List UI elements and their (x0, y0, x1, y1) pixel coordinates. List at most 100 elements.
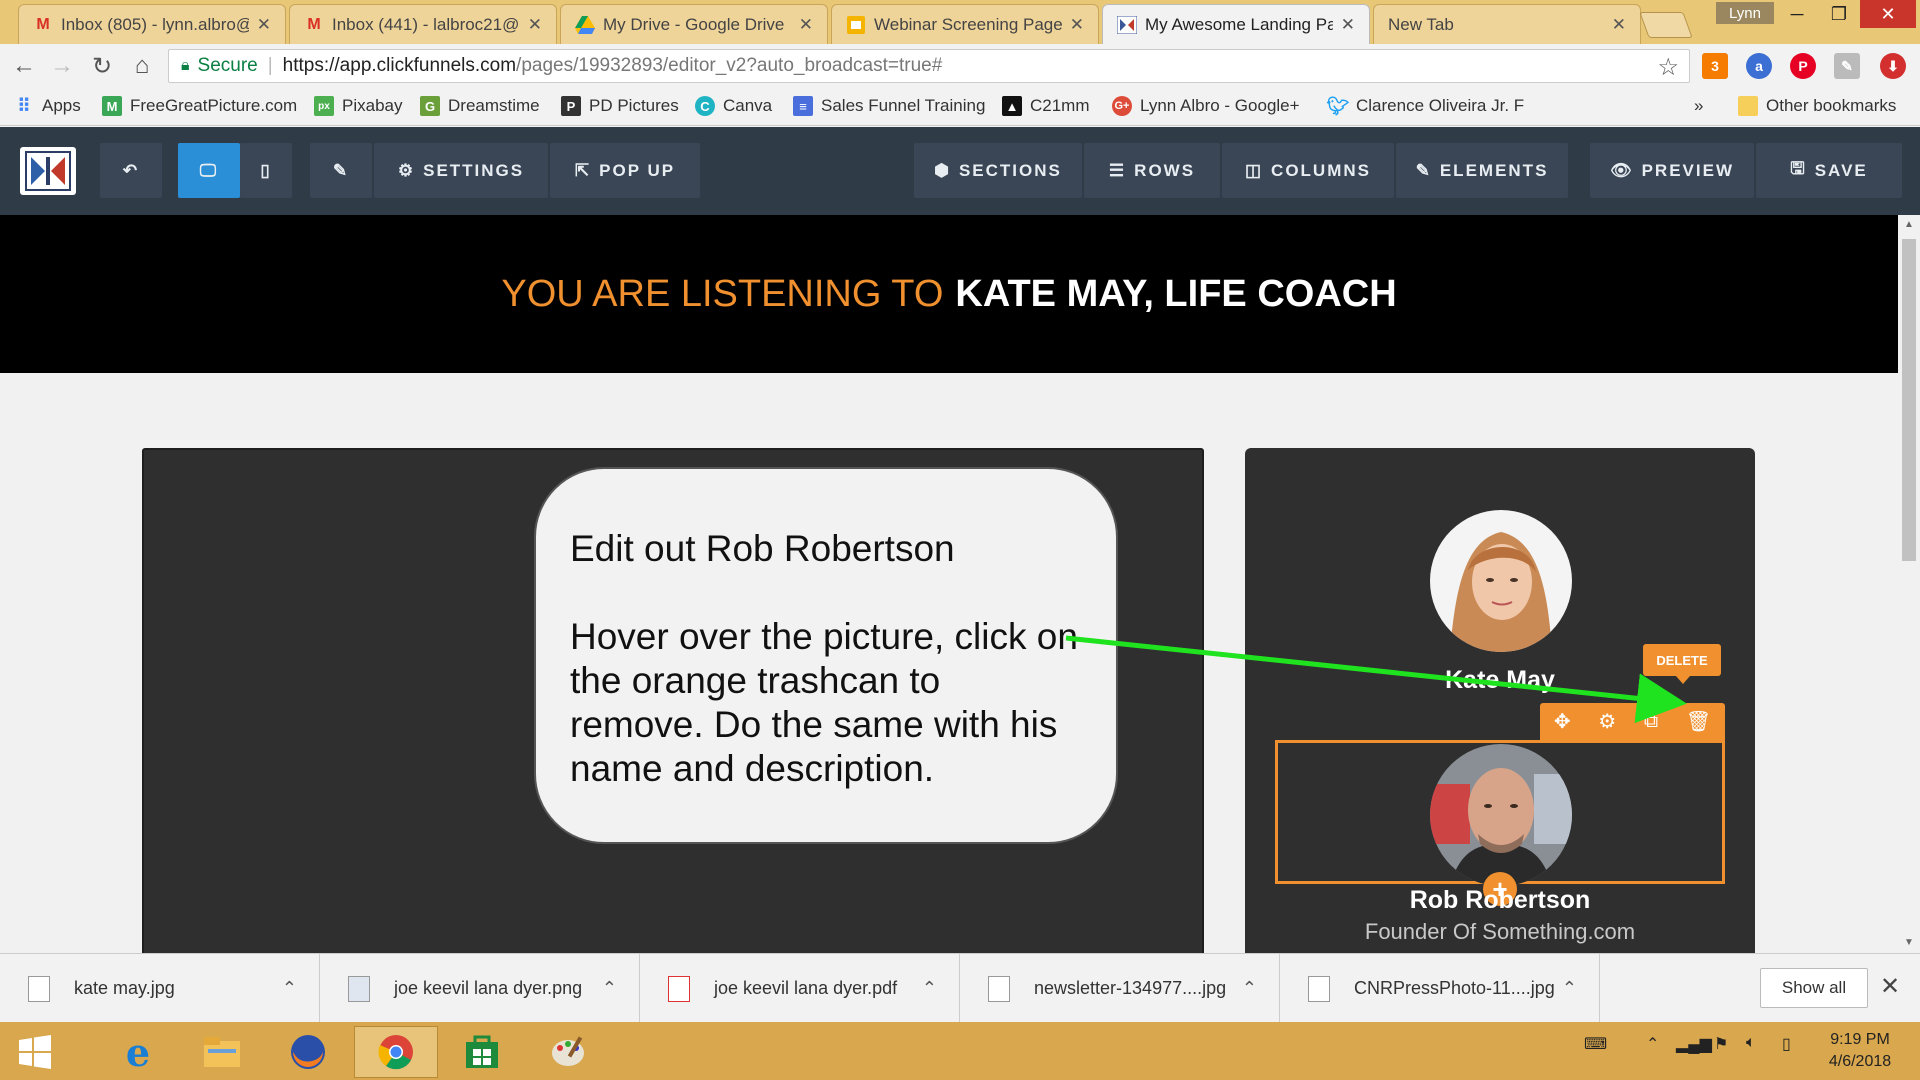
design-tool-button[interactable]: ✎ (310, 143, 372, 198)
windows-store-icon[interactable] (440, 1026, 524, 1078)
window-close-icon[interactable]: ✕ (1860, 0, 1916, 28)
download-item[interactable]: CNRPressPhoto-11....jpg ⌃ (1280, 954, 1600, 1023)
minimize-icon[interactable]: ─ (1776, 0, 1818, 28)
download-filename: CNRPressPhoto-11....jpg (1354, 978, 1555, 998)
clickfunnels-logo[interactable] (20, 147, 76, 195)
scroll-down-arrow-icon[interactable]: ▼ (1902, 937, 1916, 948)
new-tab-button[interactable] (1639, 12, 1693, 38)
download-item[interactable]: newsletter-134977....jpg ⌃ (960, 954, 1280, 1023)
chevron-up-icon[interactable]: ⌃ (1242, 978, 1257, 999)
download-item[interactable]: kate may.jpg ⌃ (0, 954, 320, 1023)
firefox-icon[interactable] (266, 1026, 350, 1078)
desktop-view-button[interactable]: 🖵︎ (178, 143, 240, 198)
scroll-up-arrow-icon[interactable]: ▲ (1902, 219, 1916, 230)
download-shelf: kate may.jpg ⌃ joe keevil lana dyer.png … (0, 953, 1920, 1023)
chevron-up-icon[interactable]: ⌃ (922, 978, 937, 999)
bookmark-sales-funnel-training[interactable]: ≡ Sales Funnel Training (793, 96, 985, 116)
bookmark-star-icon[interactable]: ☆ (1657, 53, 1679, 82)
tab-close-icon[interactable]: ✕ (1341, 15, 1355, 35)
tab-close-icon[interactable]: ✕ (257, 15, 271, 35)
mobile-view-button[interactable]: ▯ (240, 143, 292, 198)
bookmark-pixabay[interactable]: px Pixabay (314, 96, 402, 116)
folder-icon (1738, 96, 1758, 116)
preview-button[interactable]: 👁︎ PREVIEW (1590, 143, 1754, 198)
close-icon[interactable]: ✕ (1880, 972, 1900, 1001)
extension-rss-icon[interactable]: 3 (1702, 53, 1728, 79)
tab-webinar-screening[interactable]: Webinar Screening Page ✕ (831, 4, 1099, 44)
paint-icon[interactable] (526, 1026, 610, 1078)
tab-landing-page[interactable]: My Awesome Landing Pa ✕ (1102, 4, 1370, 44)
tab-close-icon[interactable]: ✕ (1070, 15, 1084, 35)
battery-icon[interactable]: ▯ (1782, 1034, 1791, 1054)
tab-new-tab[interactable]: New Tab ✕ (1373, 4, 1641, 44)
extension-a-icon[interactable]: a (1746, 53, 1772, 79)
bookmarks-bar: ⠿ Apps M FreeGreatPicture.com px Pixabay… (0, 88, 1920, 126)
rows-button[interactable]: ☰ ROWS (1084, 143, 1220, 198)
download-item[interactable]: joe keevil lana dyer.png ⌃ (320, 954, 640, 1023)
sections-button[interactable]: ⬢ SECTIONS (914, 143, 1082, 198)
gmail-icon: M (307, 15, 321, 33)
vertical-scrollbar[interactable]: ▲ ▼ (1898, 215, 1920, 953)
save-button[interactable]: 🖫︎ SAVE (1756, 143, 1902, 198)
file-explorer-icon[interactable] (180, 1026, 264, 1078)
bookmark-canva[interactable]: C Canva (695, 96, 772, 116)
bookmark-google-plus[interactable]: G+ Lynn Albro - Google+ (1112, 96, 1300, 116)
chevron-up-icon[interactable]: ⌃ (1562, 978, 1577, 999)
reload-icon[interactable]: ↻ (88, 52, 116, 80)
tab-title: Webinar Screening Page (874, 14, 1062, 34)
columns-button[interactable]: ◫ COLUMNS (1222, 143, 1394, 198)
drive-icon (575, 15, 595, 35)
popup-button[interactable]: ⇱ POP UP (550, 143, 700, 198)
other-bookmarks[interactable]: Other bookmarks (1738, 96, 1896, 116)
bookmarks-overflow-chevron[interactable]: » (1694, 96, 1703, 116)
extension-red-icon[interactable]: ⬇ (1880, 53, 1906, 79)
volume-icon[interactable]: 🔈︎ (1746, 1034, 1756, 1052)
chevron-up-icon[interactable]: ⌃ (602, 978, 617, 999)
bookmark-dreamstime[interactable]: G Dreamstime (420, 96, 540, 116)
profile-chip[interactable]: Lynn (1716, 2, 1774, 24)
show-all-downloads-button[interactable]: Show all (1760, 968, 1868, 1008)
extension-grey-icon[interactable]: ✎ (1834, 53, 1860, 79)
pinterest-icon[interactable]: P (1790, 53, 1816, 79)
chrome-icon[interactable] (354, 1026, 438, 1078)
bookmark-c21mm[interactable]: ▲ C21mm (1002, 96, 1090, 116)
tab-close-icon[interactable]: ✕ (528, 15, 542, 35)
file-icon (988, 975, 1010, 1002)
tray-expand-icon[interactable]: ⌃ (1646, 1034, 1659, 1054)
flag-icon[interactable]: ⚑ (1714, 1034, 1728, 1054)
restore-icon[interactable]: ❐ (1818, 0, 1860, 28)
bookmark-pd-pictures[interactable]: P PD Pictures (561, 96, 679, 116)
bookmark-label: Apps (42, 96, 81, 115)
settings-button[interactable]: ⚙ SETTINGS (374, 143, 548, 198)
file-icon (1308, 975, 1330, 1002)
bookmark-freegreatpicture[interactable]: M FreeGreatPicture.com (102, 96, 297, 116)
bookmark-label: Sales Funnel Training (821, 96, 986, 115)
bookmark-apps[interactable]: ⠿ Apps (14, 96, 81, 116)
forward-arrow-icon[interactable]: → (48, 52, 76, 80)
tab-close-icon[interactable]: ✕ (799, 15, 813, 35)
elements-button[interactable]: ✎ ELEMENTS (1396, 143, 1568, 198)
tab-gmail-inbox-1[interactable]: M Inbox (805) - lynn.albro@ ✕ (18, 4, 286, 44)
tab-close-icon[interactable]: ✕ (1612, 15, 1626, 35)
pixabay-icon: px (314, 96, 334, 116)
system-clock[interactable]: 9:19 PM 4/6/2018 (1810, 1029, 1910, 1073)
internet-explorer-icon[interactable]: e (96, 1026, 180, 1078)
back-arrow-icon[interactable]: ← (10, 52, 38, 80)
editor-canvas: YOU ARE LISTENING TO KATE MAY, LIFE COAC… (0, 215, 1898, 953)
floppy-disk-icon: 🖫︎ (1790, 159, 1805, 178)
scrollbar-thumb[interactable] (1902, 239, 1916, 561)
file-icon (28, 975, 50, 1002)
windows-start-icon[interactable] (0, 1026, 70, 1078)
download-item[interactable]: joe keevil lana dyer.pdf ⌃ (640, 954, 960, 1023)
undo-button[interactable]: ↶ (100, 143, 162, 198)
bookmark-twitter[interactable]: 🐦︎ Clarence Oliveira Jr. F (1327, 96, 1525, 116)
address-bar[interactable]: 🔒︎ Secure | https://app.clickfunnels.com… (168, 49, 1690, 83)
tab-gmail-inbox-2[interactable]: M Inbox (441) - lalbroc21@ ✕ (289, 4, 557, 44)
chevron-up-icon[interactable]: ⌃ (282, 978, 297, 999)
home-icon[interactable]: ⌂ (128, 52, 156, 80)
keyboard-icon[interactable]: ⌨ (1584, 1034, 1607, 1054)
bookmark-label: PD Pictures (589, 96, 679, 115)
sections-label: SECTIONS (958, 160, 1062, 180)
tab-google-drive[interactable]: My Drive - Google Drive ✕ (560, 4, 828, 44)
clickfunnels-icon (1117, 15, 1137, 35)
